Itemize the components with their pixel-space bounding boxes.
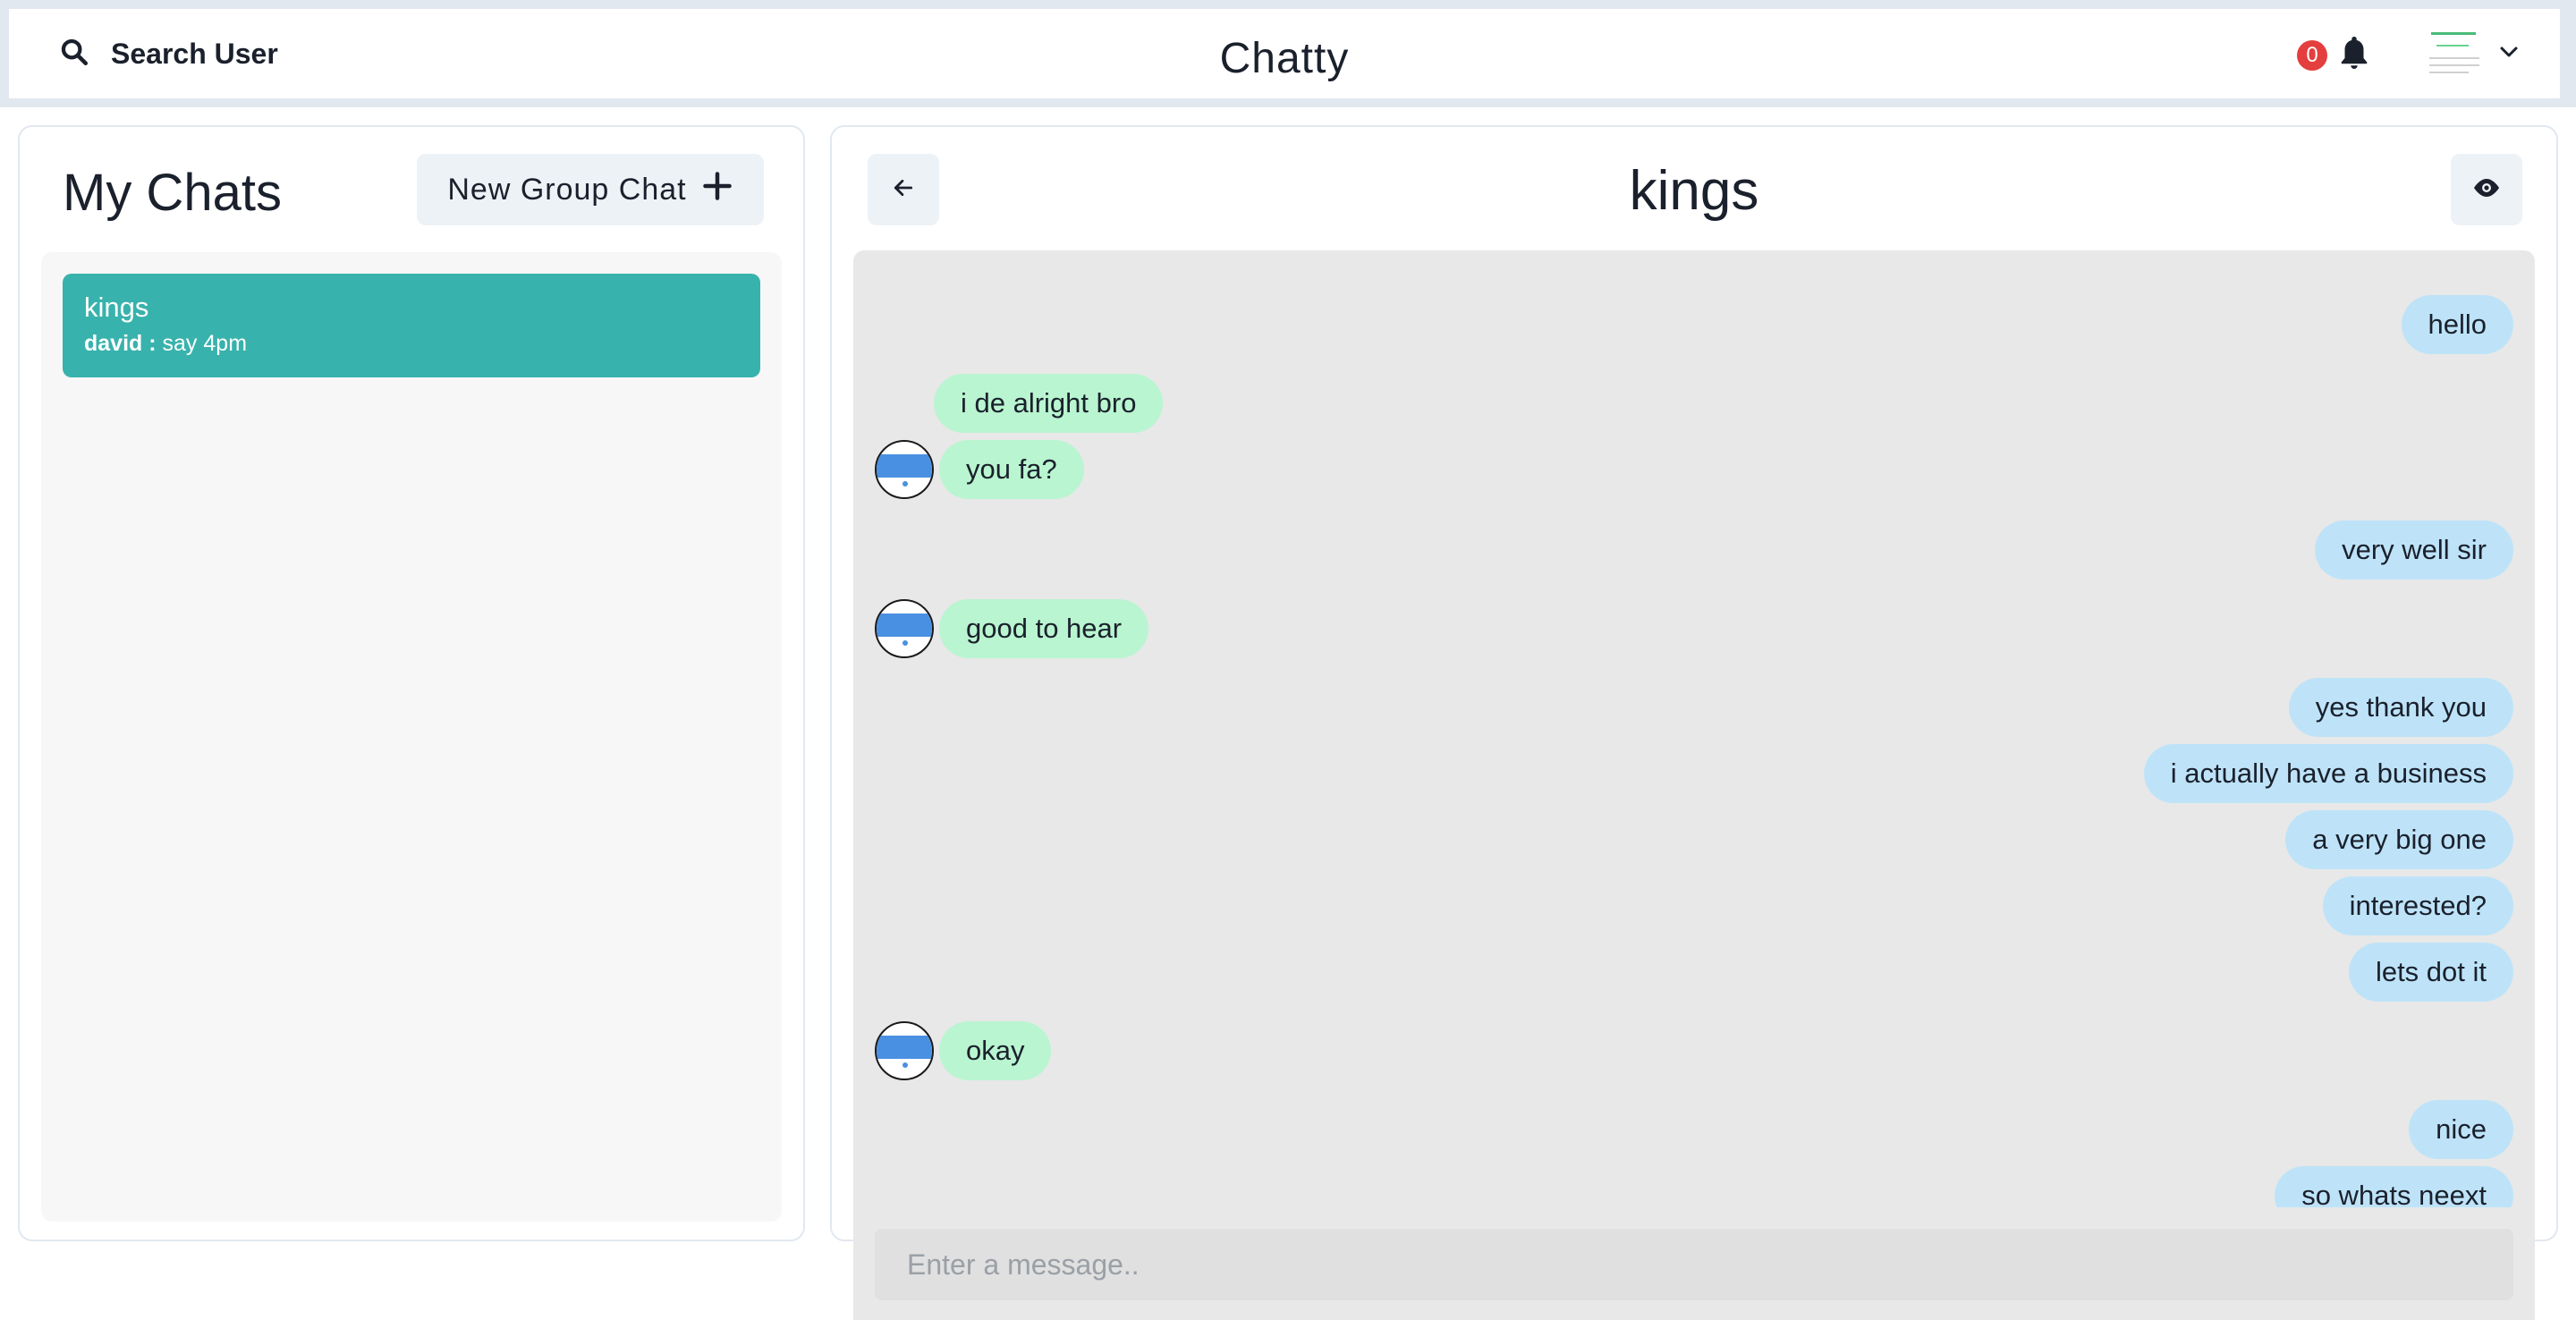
profile-menu-button[interactable] — [2424, 25, 2519, 82]
message-bubble: a very big one — [2285, 810, 2513, 869]
message-bubble: lets dot it — [2348, 943, 2513, 1002]
new-group-chat-label: New Group Chat — [447, 172, 687, 207]
my-chats-panel: My Chats New Group Chat kings david : sa… — [18, 125, 805, 1241]
sender-avatar[interactable] — [875, 599, 934, 658]
notification-badge: 0 — [2297, 39, 2327, 71]
sender-avatar[interactable] — [875, 440, 934, 499]
new-group-chat-button[interactable]: New Group Chat — [417, 154, 764, 225]
latest-text: say 4pm — [162, 331, 248, 356]
message-bubble: yes thank you — [2288, 678, 2513, 737]
message-bubble: i de alright bro — [934, 374, 1164, 433]
message-input[interactable] — [875, 1229, 2513, 1300]
message-bubble: nice — [2409, 1100, 2513, 1159]
chat-list-item[interactable]: kings david : say 4pm — [63, 274, 760, 377]
message-bubble: hello — [2401, 295, 2513, 354]
view-profile-button[interactable] — [2451, 154, 2522, 225]
message-bubble: so whats neext — [2275, 1166, 2513, 1207]
plus-icon — [701, 170, 733, 210]
notifications-button[interactable]: 0 — [2297, 34, 2370, 76]
messages-scroll[interactable]: hello i de alright bro you fa? very well si… — [853, 250, 2535, 1207]
message-bubble: i actually have a business — [2143, 744, 2513, 803]
sender-avatar[interactable] — [875, 1021, 934, 1080]
message-bubble: good to hear — [939, 599, 1149, 658]
message-bubble: interested? — [2322, 876, 2513, 935]
chat-title: kings — [1629, 160, 1759, 222]
app-title: Chatty — [1219, 35, 1350, 82]
message-bubble: you fa? — [939, 440, 1084, 499]
chat-latest-message: david : say 4pm — [84, 331, 739, 357]
avatar — [2424, 25, 2485, 82]
eye-icon — [2471, 177, 2502, 203]
top-bar: Search User Chatty 0 — [0, 0, 2576, 107]
bell-icon — [2338, 34, 2370, 76]
my-chats-title: My Chats — [63, 164, 282, 222]
chat-list: kings david : say 4pm — [41, 252, 782, 1222]
messages-area: hello i de alright bro you fa? very well si… — [853, 250, 2535, 1320]
header: Search User Chatty 0 — [9, 9, 2560, 98]
message-bubble: very well sir — [2315, 520, 2513, 580]
message-bubble: okay — [939, 1021, 1052, 1080]
chevron-down-icon — [2499, 46, 2519, 63]
latest-sender: david : — [84, 331, 157, 356]
chat-name: kings — [84, 292, 149, 323]
